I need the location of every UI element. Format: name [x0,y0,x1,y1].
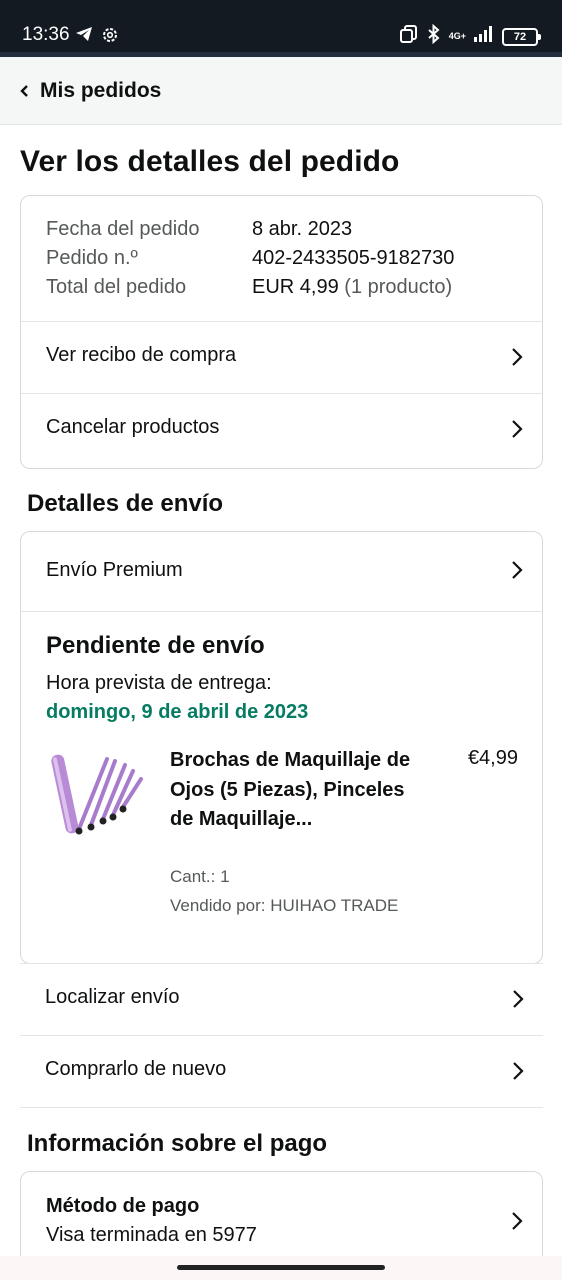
page-title: Ver los detalles del pedido [20,145,400,178]
order-total-label: Total del pedido [46,276,187,298]
payment-method-detail: Visa terminada en 5977 [46,1224,257,1246]
order-number-label: Pedido n.º [46,247,138,269]
buy-again-row[interactable]: Comprarlo de nuevo [20,1035,543,1108]
order-summary-card: Fecha del pedido 8 abr. 2023 Pedido n.º … [20,195,543,469]
order-total-value: EUR 4,99 (1 producto) [252,276,452,299]
chevron-right-icon [510,1210,524,1237]
payment-method-title: Método de pago [46,1195,200,1217]
track-package-row[interactable]: Localizar envío [20,963,543,1036]
shipping-section-title: Detalles de envío [27,490,224,517]
eta-label: Hora prevista de entrega: [46,672,272,694]
product-image[interactable] [49,747,145,843]
view-receipt-label: Ver recibo de compra [46,344,237,366]
chevron-right-icon [510,346,524,373]
product-title[interactable]: Brochas de Maquillaje de Ojos (5 Piezas)… [170,746,420,835]
buy-again-label: Comprarlo de nuevo [45,1058,227,1080]
bluetooth-icon [427,23,441,49]
chevron-right-icon [511,1060,525,1087]
status-time: 13:36 [22,24,70,45]
order-date-value: 8 abr. 2023 [252,218,353,240]
cancel-items-label: Cancelar productos [46,416,220,438]
shipment-card: Envío Premium Pendiente de envío Hora pr… [20,531,543,964]
product-quantity: Cant.: 1 [170,867,230,886]
view-receipt-row[interactable]: Ver recibo de compra [21,321,542,393]
product-price: €4,99 [467,747,518,769]
signal-icon [474,26,494,47]
chevron-right-icon [510,418,524,445]
chevron-right-icon [511,988,525,1015]
status-bar: 13:36 4G+ 72 [0,0,562,52]
status-icons: 4G+ 72 [399,23,541,49]
eta-date: domingo, 9 de abril de 2023 [46,701,309,723]
home-gesture-bar[interactable] [177,1265,385,1270]
order-total-count: (1 producto) [344,276,453,298]
battery-icon: 72 [502,27,541,46]
navigation-gesture-area [0,1256,562,1280]
back-link-my-orders[interactable]: Mis pedidos [40,79,161,103]
chevron-left-icon[interactable] [18,83,30,104]
cancel-items-row[interactable]: Cancelar productos [21,393,542,465]
nav-header: Mis pedidos [0,57,562,125]
shipping-method-row[interactable]: Envío Premium [21,532,542,612]
payment-section-title: Información sobre el pago [27,1130,328,1157]
product-seller: Vendido por: HUIHAO TRADE [170,896,399,915]
track-package-label: Localizar envío [45,986,180,1008]
sim-icon [399,24,419,49]
shipment-status: Pendiente de envío [46,632,265,659]
order-date-label: Fecha del pedido [46,218,200,240]
network-type: 4G+ [448,31,466,41]
order-number-value: 402-2433505-9182730 [252,247,455,269]
shipping-method-label: Envío Premium [46,559,183,581]
gear-icon [101,26,119,49]
telegram-icon [75,26,93,47]
order-total-amount: EUR 4,99 [252,276,339,298]
chevron-right-icon [510,559,524,586]
